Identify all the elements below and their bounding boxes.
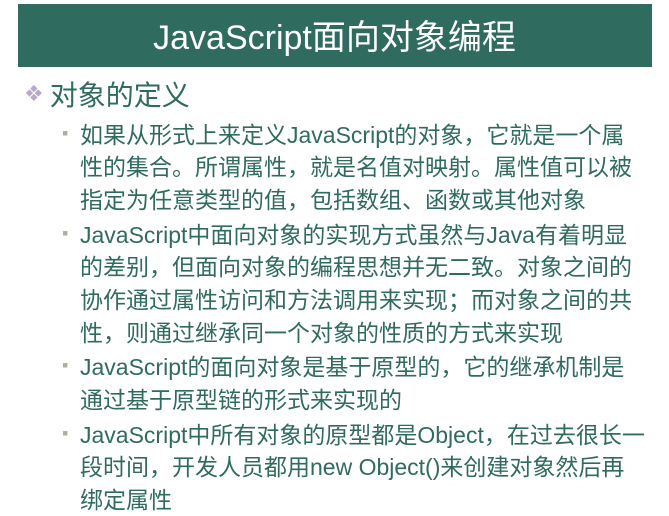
diamond-bullet-icon: ❖ <box>24 79 44 110</box>
section-heading: 对象的定义 <box>50 79 190 113</box>
slide-title-text: JavaScript面向对象编程 <box>153 19 516 57</box>
list-item: JavaScript中所有对象的原型都是Object，在过去很长一段时间，开发人… <box>62 419 645 516</box>
list-item: 如果从形式上来定义JavaScript的对象，它就是一个属性的集合。所谓属性，就… <box>62 119 645 217</box>
bullet-list: 如果从形式上来定义JavaScript的对象，它就是一个属性的集合。所谓属性，就… <box>24 119 645 516</box>
heading-row: ❖ 对象的定义 <box>24 79 645 113</box>
slide-content: ❖ 对象的定义 如果从形式上来定义JavaScript的对象，它就是一个属性的集… <box>0 79 669 516</box>
slide-title-banner: JavaScript面向对象编程 <box>18 4 651 67</box>
list-item: JavaScript的面向对象是基于原型的，它的继承机制是通过基于原型链的形式来… <box>62 351 645 416</box>
list-item: JavaScript中面向对象的实现方式虽然与Java有着明显的差别，但面向对象… <box>62 219 645 350</box>
